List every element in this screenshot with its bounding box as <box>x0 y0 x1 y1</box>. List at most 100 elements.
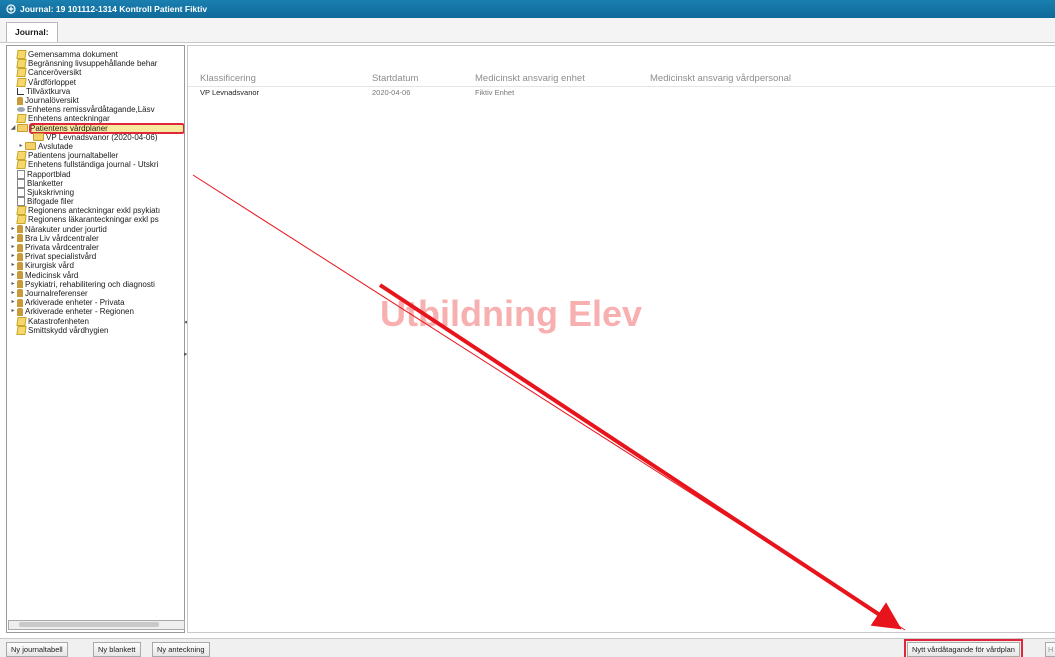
sidebar-item[interactable]: ▸ Avslutade <box>7 142 184 151</box>
collapsed-arrow-icon[interactable]: ▸ <box>9 307 17 316</box>
sidebar-item[interactable]: ▸ Kirurgisk vård <box>7 261 184 270</box>
sidebar-item[interactable]: Enhetens fullständiga journal - Utskri <box>7 160 184 170</box>
collapsed-arrow-icon[interactable]: ▸ <box>9 289 17 298</box>
sidebar-item-label: Avslutade <box>38 141 73 151</box>
person-icon <box>17 96 23 105</box>
sidebar-item[interactable]: Enhetens remissvårdåtagande,Läsv <box>7 105 184 114</box>
collapsed-arrow-icon[interactable]: ▸ <box>17 142 25 151</box>
new-journal-table-button[interactable]: Ny journaltabell <box>6 642 68 657</box>
folder-icon <box>25 142 36 151</box>
collapsed-arrow-icon[interactable]: ▸ <box>9 252 17 261</box>
sidebar-item-label: Arkiverade enheter - Regionen <box>25 307 134 317</box>
sidebar-item[interactable]: Blanketter <box>7 178 184 188</box>
hand-icon <box>17 298 23 307</box>
sidebar-item[interactable]: Vårdförloppet <box>7 77 184 87</box>
folder-icon <box>33 133 44 142</box>
note-folder-icon <box>16 316 27 326</box>
hand-icon <box>17 234 23 243</box>
sidebar-item[interactable]: Begränsning livsuppehållande behar <box>7 59 184 69</box>
cell-startdatum: 2020-04-06 <box>372 88 411 97</box>
cell-klassificering: VP Levnadsvanor <box>200 88 260 97</box>
sidebar-item-label: Bifogade filer <box>27 197 74 207</box>
sidebar-item-label: VP Levnadsvanor (2020-04-06) <box>46 132 158 142</box>
column-header-enhet[interactable]: Medicinskt ansvarig enhet <box>475 73 585 84</box>
collapsed-arrow-icon[interactable]: ▸ <box>9 280 17 289</box>
collapsed-arrow-icon[interactable]: ▸ <box>9 234 17 243</box>
hand-icon <box>17 261 23 270</box>
sidebar-item-label: Närakuter under jourtid <box>25 224 107 234</box>
folder-icon <box>17 124 28 133</box>
sidebar-item[interactable]: Bifogade filer <box>7 197 184 207</box>
sidebar-item[interactable]: Patientens journaltabeller <box>7 151 184 161</box>
sidebar-item[interactable]: Enhetens anteckningar <box>7 114 184 124</box>
window-titlebar: Journal: 19 101112-1314 Kontroll Patient… <box>0 0 1055 19</box>
table-row[interactable]: VP Levnadsvanor 2020-04-06 Fiktiv Enhet <box>188 87 1055 99</box>
scrollbar-thumb[interactable] <box>19 622 159 627</box>
cell-enhet: Fiktiv Enhet <box>475 88 515 97</box>
window-title: Journal: 19 101112-1314 Kontroll Patient… <box>20 4 208 14</box>
sidebar-item[interactable]: Smittskydd vårdhygien <box>7 325 184 335</box>
sidebar-item[interactable]: ▸ Arkiverade enheter - Privata <box>7 298 184 307</box>
sidebar-item-label: Smittskydd vårdhygien <box>28 325 109 335</box>
sidebar-item[interactable]: VP Levnadsvanor (2020-04-06) <box>7 133 184 142</box>
sidebar-item-label: Kirurgisk vård <box>25 261 74 271</box>
sidebar-item[interactable]: ▸ Medicinsk vård <box>7 271 184 280</box>
note-folder-icon <box>16 151 27 161</box>
watermark-text: Utbildning Elev <box>380 293 643 334</box>
sidebar-item-label: Sjukskrivning <box>27 187 75 197</box>
collapsed-arrow-icon[interactable]: ▸ <box>9 271 17 280</box>
truncated-button[interactable]: H <box>1045 642 1055 657</box>
doc-icon <box>17 187 25 197</box>
collapsed-arrow-icon[interactable]: ▸ <box>9 261 17 270</box>
sidebar-item-label: Enhetens fullständiga journal - Utskri <box>28 160 159 170</box>
sidebar-item-label: Tillväxtkurva <box>26 86 71 96</box>
new-care-commitment-button[interactable]: Nytt vårdåtagande för vårdplan <box>904 639 1023 657</box>
sidebar-item[interactable]: Tillväxtkurva <box>7 87 184 96</box>
sidebar-item-label: Privata vårdcentraler <box>25 243 99 253</box>
column-header-klassificering[interactable]: Klassificering <box>200 73 256 84</box>
sidebar-item[interactable]: Regionens läkaranteckningar exkl ps <box>7 215 184 225</box>
sidebar-item[interactable]: ▸ Privata vårdcentraler <box>7 243 184 252</box>
sidebar-item[interactable]: ▸ Närakuter under jourtid <box>7 225 184 234</box>
sidebar-item[interactable]: Rapportblad <box>7 169 184 179</box>
sidebar-item[interactable]: ▸ Psykiatri, rehabilitering och diagnosti <box>7 280 184 289</box>
sidebar-item-label: Gemensamma dokument <box>28 50 118 60</box>
sidebar-item-label: Rapportblad <box>27 169 71 179</box>
collapsed-arrow-icon[interactable]: ▸ <box>9 225 17 234</box>
doc-icon <box>17 169 25 179</box>
tab-journal[interactable]: Journal: <box>6 22 58 42</box>
sidebar-item-label: Vårdförloppet <box>28 77 77 87</box>
new-form-button[interactable]: Ny blankett <box>93 642 141 657</box>
hand-icon <box>17 280 23 289</box>
sidebar-item[interactable]: ▸ Arkiverade enheter - Regionen <box>7 307 184 316</box>
sidebar-item[interactable]: ▸ Privat specialistvård <box>7 252 184 261</box>
hand-icon <box>17 289 23 298</box>
sidebar-item[interactable]: Journalöversikt <box>7 96 184 105</box>
sidebar-item[interactable]: Gemensamma dokument <box>7 50 184 60</box>
hand-icon <box>17 243 23 252</box>
sidebar-item-label: Regionens anteckningar exkl psykiatı <box>28 206 161 216</box>
sidebar-item-label: Journalreferenser <box>25 288 88 298</box>
new-note-button[interactable]: Ny anteckning <box>152 642 210 657</box>
sidebar-item[interactable]: ◢ Patientens vårdplaner <box>7 122 184 134</box>
note-folder-icon <box>16 160 27 170</box>
sidebar-item[interactable]: Katastrofenheten <box>7 316 184 326</box>
sidebar-item[interactable]: Regionens anteckningar exkl psykiatı <box>7 206 184 216</box>
eye-icon <box>17 107 25 113</box>
collapsed-arrow-icon[interactable]: ▸ <box>9 298 17 307</box>
sidebar-item[interactable]: ▸ Bra Liv vårdcentraler <box>7 234 184 243</box>
journal-tree-panel: Gemensamma dokument Begränsning livsuppeh… <box>6 45 185 633</box>
column-header-startdatum[interactable]: Startdatum <box>372 73 418 84</box>
note-folder-icon <box>16 68 27 78</box>
hand-icon <box>17 307 23 316</box>
expanded-arrow-icon[interactable]: ◢ <box>9 124 17 133</box>
tree-horizontal-scrollbar[interactable] <box>8 620 185 630</box>
sidebar-item-label: Canceröversikt <box>28 68 82 78</box>
column-header-vardpersonal[interactable]: Medicinskt ansvarig vårdpersonal <box>650 73 791 84</box>
sidebar-item[interactable]: ▸ Journalreferenser <box>7 289 184 298</box>
collapsed-arrow-icon[interactable]: ▸ <box>9 243 17 252</box>
chart-icon <box>17 87 24 95</box>
sidebar-item[interactable]: Canceröversikt <box>7 68 184 78</box>
sidebar-item-label: Medicinsk vård <box>25 270 79 280</box>
sidebar-item[interactable]: Sjukskrivning <box>7 187 184 197</box>
